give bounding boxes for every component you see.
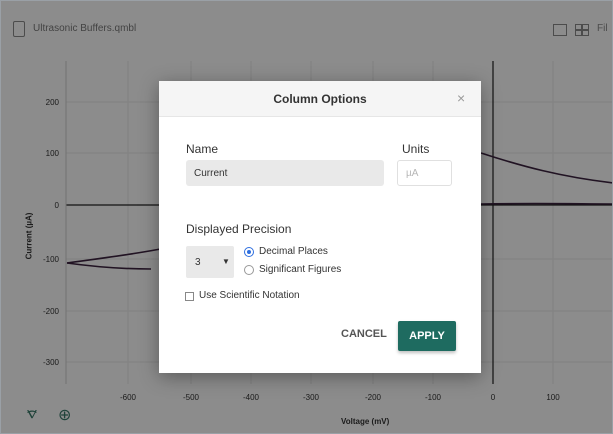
name-field[interactable]	[186, 160, 384, 186]
dialog-header: Column Options ×	[159, 81, 481, 117]
scientific-notation-label[interactable]: Use Scientific Notation	[199, 290, 300, 301]
significant-figures-label[interactable]: Significant Figures	[259, 264, 341, 275]
scientific-notation-checkbox[interactable]	[185, 292, 194, 301]
close-icon[interactable]: ×	[457, 90, 465, 106]
apply-button[interactable]: APPLY	[398, 321, 456, 351]
significant-figures-radio[interactable]	[244, 265, 254, 275]
app-window: Ultrasonic Buffers.qmbl Fil 200 100 0 -100-…	[0, 0, 613, 434]
dialog-title: Column Options	[273, 92, 367, 106]
decimal-places-label[interactable]: Decimal Places	[259, 246, 328, 257]
column-options-dialog: Column Options × Name Units Displayed Pr…	[159, 81, 481, 373]
chevron-down-icon: ▼	[222, 257, 230, 266]
cancel-button[interactable]: CANCEL	[341, 328, 387, 340]
precision-select[interactable]: 3 ▼	[186, 246, 234, 278]
name-label: Name	[186, 142, 219, 156]
units-label: Units	[402, 142, 430, 156]
precision-label: Displayed Precision	[186, 222, 292, 236]
units-field[interactable]	[397, 160, 452, 186]
decimal-places-radio[interactable]	[244, 247, 254, 257]
precision-value: 3	[195, 257, 201, 268]
